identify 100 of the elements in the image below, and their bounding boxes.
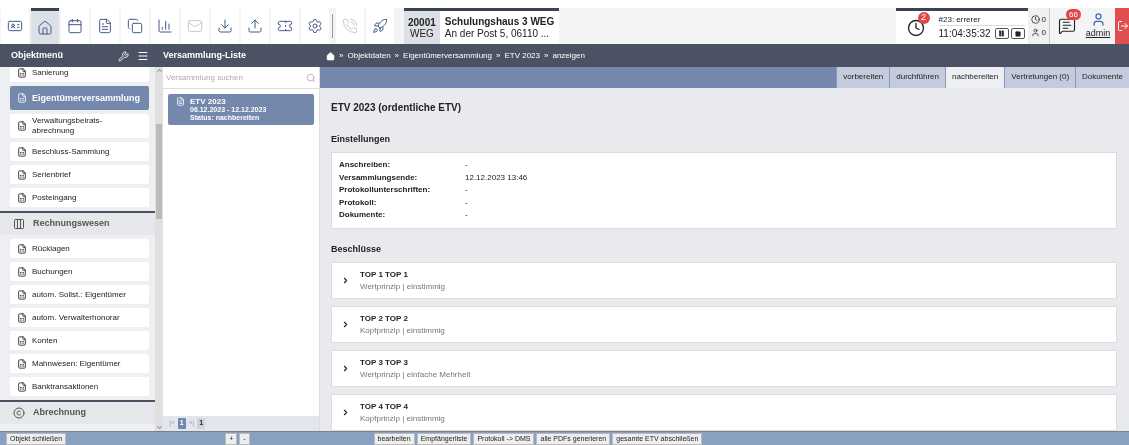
document-icon — [176, 97, 185, 106]
section-title: Einstellungen — [331, 132, 391, 146]
timer-task: #23: errerer — [938, 14, 1025, 26]
pause-icon — [998, 30, 1006, 37]
resolution-card[interactable]: TOP 4 TOP 4 Kopfprinzip | einstimmig — [331, 394, 1117, 431]
scrollbar-thumb[interactable] — [156, 124, 162, 219]
document-icon — [17, 381, 27, 392]
breadcrumb-link[interactable]: Eigentümerversammlung — [403, 50, 492, 62]
setting-label: Anschreiben: — [339, 159, 392, 171]
chevron-right-icon — [341, 276, 350, 285]
resolution-title: TOP 2 TOP 2 — [360, 312, 409, 325]
document-icon — [17, 312, 27, 323]
document-icon — [17, 243, 27, 254]
sidebar-item[interactable]: Buchungen — [10, 262, 149, 281]
resolution-title: TOP 1 TOP 1 — [360, 268, 409, 281]
sidebar-item[interactable]: Serienbrief — [10, 165, 149, 184]
columns-icon — [13, 218, 25, 230]
counter-value: 0 — [1041, 13, 1046, 26]
messages-icon[interactable] — [1057, 17, 1076, 35]
sidebar-item[interactable]: Banktransaktionen — [10, 377, 149, 396]
sidebar-item[interactable]: Konten — [10, 331, 149, 350]
resolution-card[interactable]: TOP 3 TOP 3 Wertprinzip | einfache Mehrheit — [331, 350, 1117, 387]
toolbar-button[interactable] — [91, 8, 119, 44]
resolution-subtitle: Kopfprinzip | einstimmig — [360, 412, 445, 425]
breadcrumb-separator: » — [394, 50, 400, 62]
object-name: Schulungshaus 3 WEG — [444, 15, 555, 28]
logout-button[interactable] — [1115, 8, 1129, 44]
setting-value: - — [465, 209, 469, 221]
resolution-subtitle: Kopfprinzip | einstimmig — [360, 324, 445, 337]
clock-icon — [1030, 15, 1040, 24]
setting-value: - — [465, 184, 469, 196]
user-link[interactable]: admin — [1085, 26, 1111, 41]
list-title: Versammlung-Liste — [162, 49, 248, 63]
clock-icon[interactable] — [906, 18, 925, 37]
timer-badge: 2 — [917, 12, 930, 24]
scroll-up-icon[interactable] — [155, 67, 163, 74]
chevron-right-icon — [341, 408, 350, 417]
menu-icon[interactable] — [137, 50, 149, 62]
sidebar-item[interactable]: Verwaltungsbeirats-abrechnung — [10, 114, 149, 138]
toolbar-button[interactable] — [121, 8, 149, 44]
sidebar-item[interactable]: Eigentümerversammlung — [10, 86, 149, 110]
house-icon[interactable] — [326, 51, 335, 61]
tab[interactable]: vorbereiten — [836, 67, 890, 88]
setting-value: - — [465, 196, 469, 209]
breadcrumb-separator: » — [496, 50, 501, 62]
tab[interactable]: durchführen — [889, 67, 945, 88]
scroll-down-icon[interactable] — [155, 424, 163, 431]
setting-value: - — [465, 159, 469, 171]
toolbar-button[interactable] — [271, 8, 299, 44]
page-title: ETV 2023 (ordentliche ETV) — [331, 100, 463, 115]
logout-icon — [1117, 20, 1129, 32]
user-icon — [1090, 11, 1106, 27]
sidebar-item[interactable]: Beschluss-Sammlung — [10, 142, 149, 161]
document-icon — [17, 192, 27, 203]
toolbar-button[interactable] — [301, 8, 329, 44]
toolbar-button[interactable] — [366, 8, 394, 44]
sidebar-section[interactable]: Abrechnung — [0, 400, 155, 424]
sidebar-item[interactable]: Mahnwesen: Eigentümer — [10, 354, 149, 373]
toolbar-button[interactable] — [31, 8, 59, 44]
user-icon — [1030, 28, 1040, 37]
object-badge[interactable]: 20001 WEG Schulungshaus 3 WEG An der Post 5, 06110 ... — [404, 8, 560, 44]
toolbar-button[interactable] — [1, 8, 29, 44]
setting-value: 12.12.2023 13:46 — [465, 171, 529, 184]
breadcrumb-link[interactable]: Objektdaten — [347, 50, 391, 62]
document-icon — [17, 289, 27, 300]
document-icon — [17, 335, 27, 346]
breadcrumb-link[interactable]: anzeigen — [552, 50, 585, 62]
copyright-icon — [13, 407, 25, 419]
resolution-card[interactable]: TOP 2 TOP 2 Kopfprinzip | einstimmig — [331, 306, 1117, 343]
breadcrumb-link[interactable]: ETV 2023 — [504, 50, 540, 62]
sidebar-item[interactable]: Sanierung — [10, 67, 149, 82]
tab[interactable]: Vertretungen (0) — [1004, 67, 1076, 88]
assembly-title: ETV 2023 — [190, 97, 227, 106]
document-icon — [17, 121, 27, 131]
stop-icon — [1014, 30, 1021, 37]
counter-value: 0 — [1041, 26, 1046, 39]
tab[interactable]: nachbereiten — [945, 67, 1005, 88]
sidebar-section[interactable]: Rechnungswesen — [0, 211, 155, 235]
resolution-title: TOP 4 TOP 4 — [360, 400, 409, 413]
resolution-subtitle: Wertprinzip | einfache Mehrheit — [360, 368, 471, 381]
pause-button[interactable] — [994, 28, 1009, 39]
toolbar-button[interactable] — [61, 8, 89, 44]
wrench-icon[interactable] — [118, 50, 129, 62]
search-field[interactable]: Versammlung suchen — [166, 71, 286, 84]
chevron-right-icon — [341, 320, 350, 329]
object-type: WEG — [409, 27, 434, 39]
sidebar-item[interactable]: Posteingang — [10, 188, 149, 207]
setting-label: Protokollunterschriften: — [339, 184, 432, 196]
resolution-card[interactable]: TOP 1 TOP 1 Wertprinzip | einstimmig — [331, 262, 1117, 299]
sidebar-item[interactable]: autom. Sollst.: Eigentümer — [10, 285, 149, 304]
document-icon — [17, 93, 27, 103]
sidebar-item[interactable]: autom. Verwalterhonorar — [10, 308, 149, 327]
timer-time: 11:04:35:32 — [938, 27, 991, 41]
tab[interactable]: Dokumente — [1075, 67, 1129, 88]
section-title: Beschlüsse — [331, 242, 383, 256]
search-icon — [306, 72, 316, 83]
document-icon — [17, 146, 27, 157]
object-address: An der Post 5, 06110 ... — [444, 27, 551, 40]
sidebar-item[interactable]: Rücklagen — [10, 239, 149, 258]
stop-button[interactable] — [1010, 28, 1025, 39]
